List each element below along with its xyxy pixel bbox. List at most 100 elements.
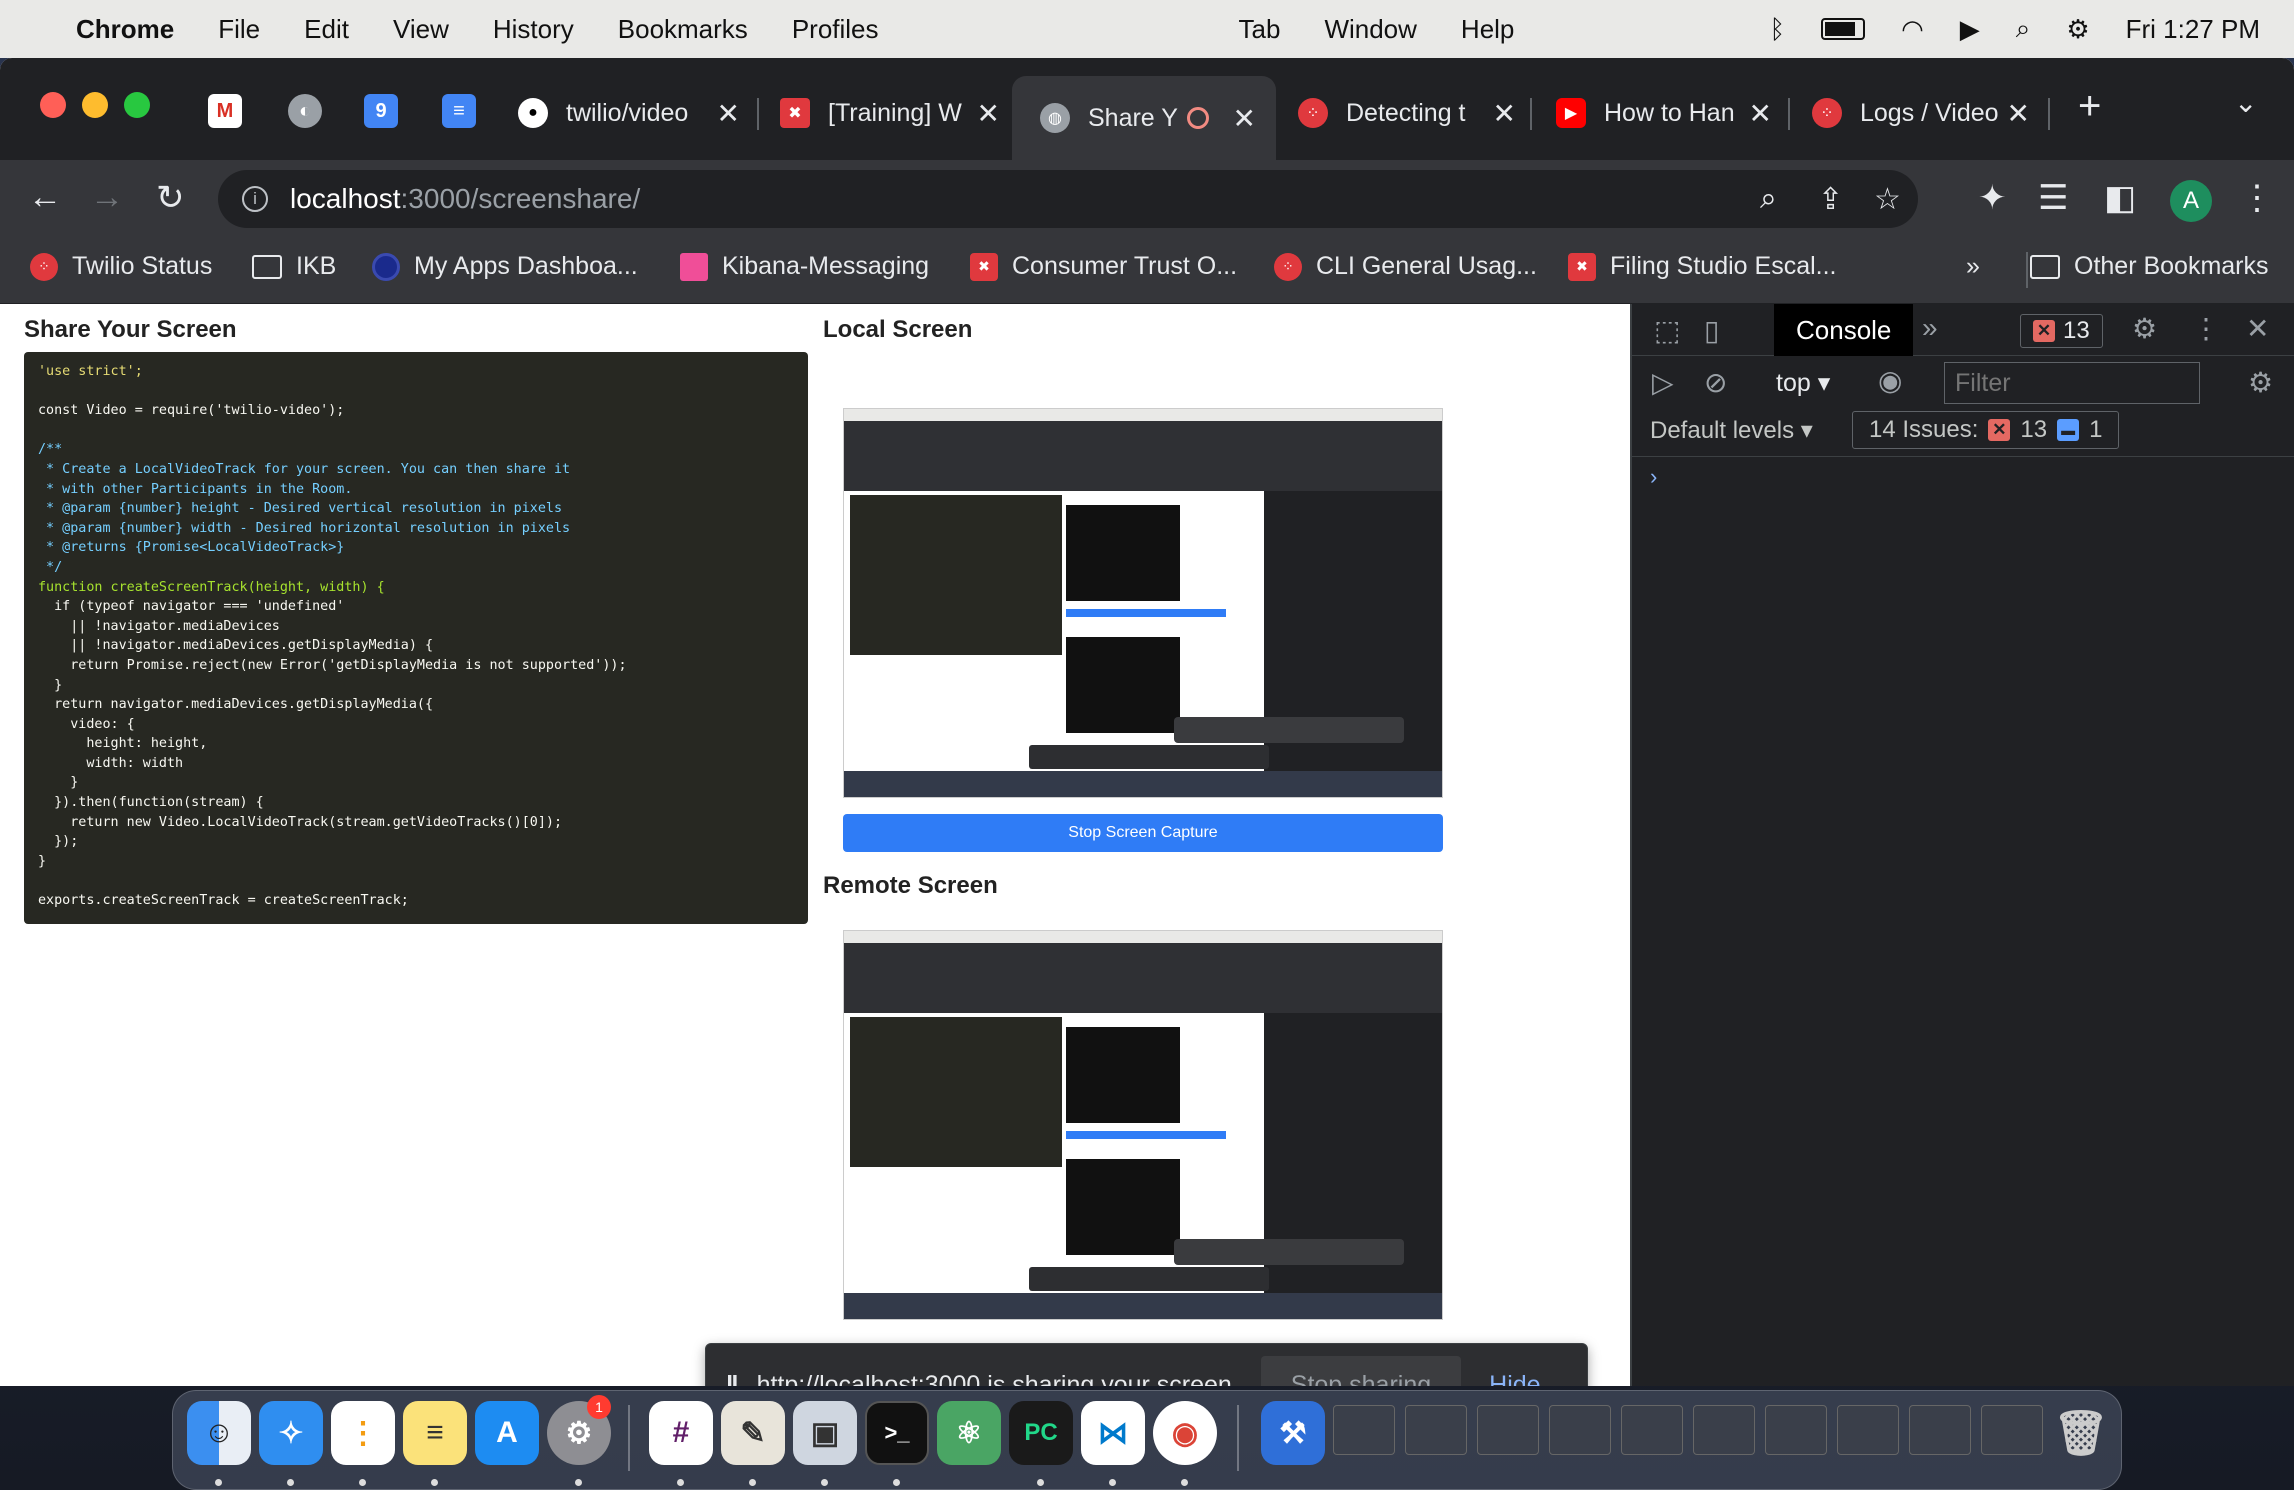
clear-console-icon[interactable]: ⊘ [1704,366,1727,399]
trash-icon[interactable]: 🗑 [2049,1401,2113,1465]
tab-close-icon[interactable]: ✕ [1749,97,1772,130]
wifi-icon[interactable]: ◠ [1901,14,1924,45]
minimized-window-thumbnail[interactable] [1909,1405,1971,1455]
reminders-icon[interactable]: ⋮ [331,1401,395,1465]
new-tab-plus-icon[interactable]: + [2078,84,2101,129]
tab-share-your-screen[interactable]: ◍ Share Y ✕ [1012,76,1276,160]
xcode-simulator-icon[interactable]: ⚒ [1261,1401,1325,1465]
notes-icon[interactable]: ≡ [403,1401,467,1465]
bookmark-twilio-status[interactable]: ⁘ Twilio Status [30,252,212,281]
menu-file[interactable]: File [218,14,260,45]
minimize-window-button[interactable] [82,92,108,118]
menubar-clock[interactable]: Fri 1:27 PM [2126,14,2260,45]
tab-console[interactable]: Console [1774,304,1914,356]
side-panel-icon[interactable]: ◧ [2104,178,2136,218]
tab-logs-video[interactable]: ⁘ Logs / Video ✕ [1812,78,2030,148]
log-levels-dropdown[interactable]: Default levels ▾ [1650,416,1813,445]
bookmark-my-apps[interactable]: My Apps Dashboa... [372,252,638,281]
menu-profiles[interactable]: Profiles [792,14,879,45]
minimized-window-thumbnail[interactable] [1693,1405,1755,1455]
minimized-window-thumbnail[interactable] [1765,1405,1827,1455]
console-settings-gear-icon[interactable]: ⚙ [2248,366,2273,399]
play-icon[interactable]: ▶ [1960,14,1980,45]
tab-close-icon[interactable]: ✕ [2007,97,2030,130]
pinned-tab-app-icon[interactable]: ◐ [288,94,322,128]
control-center-icon[interactable]: ⚙ [2066,14,2089,45]
inspect-element-icon[interactable]: ⬚ [1654,314,1680,347]
forward-arrow-icon[interactable]: → [90,178,124,217]
extensions-puzzle-icon[interactable]: ✦ [1978,178,2007,218]
minimized-window-thumbnail[interactable] [1837,1405,1899,1455]
atom-icon[interactable]: ⚛ [937,1401,1001,1465]
terminal-icon[interactable]: >_ [865,1401,929,1465]
stop-sharing-button[interactable]: Stop sharing [1260,1355,1462,1386]
live-expression-eye-icon[interactable]: ◉ [1878,364,1902,397]
tab-close-icon[interactable]: ✕ [717,97,740,130]
console-filter-input[interactable] [1944,362,2200,404]
menu-app-name[interactable]: Chrome [76,14,174,45]
bookmarks-overflow-icon[interactable]: » [1966,252,1980,281]
pinned-tab-docs-icon[interactable]: ≡ [442,94,476,128]
device-toolbar-icon[interactable]: ▯ [1704,314,1719,347]
address-bar[interactable]: i localhost:3000/screenshare/ ⌕ ⇪ ☆ [218,170,1918,228]
minimized-window-thumbnail[interactable] [1621,1405,1683,1455]
show-sidebar-icon[interactable]: ▷ [1652,366,1674,399]
close-window-button[interactable] [40,92,66,118]
search-icon[interactable]: ⌕ [2016,13,2031,45]
address-url[interactable]: localhost:3000/screenshare/ [290,183,640,215]
finder-icon[interactable]: ☺ [187,1401,251,1465]
tab-detecting[interactable]: ⁘ Detecting t ✕ [1298,78,1516,148]
devtools-menu-icon[interactable]: ⋮ [2192,312,2220,345]
site-info-icon[interactable]: i [242,186,268,212]
zoom-window-button[interactable] [124,92,150,118]
minimized-window-thumbnail[interactable] [1405,1405,1467,1455]
minimized-window-thumbnail[interactable] [1981,1405,2043,1455]
bookmark-star-icon[interactable]: ☆ [1874,182,1901,217]
minimized-window-thumbnail[interactable] [1333,1405,1395,1455]
close-devtools-icon[interactable]: ✕ [2246,312,2269,345]
bookmark-filing-studio[interactable]: ✖ Filing Studio Escal... [1568,252,1837,281]
bookmark-other[interactable]: Other Bookmarks [2030,252,2269,281]
tab-twilio-video[interactable]: ● twilio/video ✕ [518,78,740,148]
pinned-tab-calendar-icon[interactable]: 9 [364,94,398,128]
bluetooth-icon[interactable]: ᛒ [1769,14,1785,45]
back-arrow-icon[interactable]: ← [28,178,62,217]
battery-icon[interactable] [1821,18,1866,40]
bookmark-cli-general[interactable]: ⁘ CLI General Usag... [1274,252,1537,281]
textedit-icon[interactable]: ✎ [721,1401,785,1465]
tab-close-icon[interactable]: ✕ [1233,102,1256,135]
error-counter[interactable]: ✕ 13 [2020,314,2103,348]
menu-tab[interactable]: Tab [1239,14,1281,45]
safari-icon[interactable]: ✧ [259,1401,323,1465]
bookmark-kibana[interactable]: Kibana-Messaging [680,252,929,281]
console-prompt-icon[interactable]: › [1650,464,1657,490]
minimized-window-thumbnail[interactable] [1549,1405,1611,1455]
menu-view[interactable]: View [393,14,449,45]
profile-avatar[interactable]: A [2170,180,2212,222]
tab-how-to[interactable]: ▶ How to Han ✕ [1556,78,1772,148]
reading-list-icon[interactable]: ☰ [2038,178,2068,218]
minimized-window-thumbnail[interactable] [1477,1405,1539,1455]
issues-button[interactable]: 14 Issues: ✕ 13 ▬ 1 [1852,411,2120,449]
context-selector[interactable]: top ▾ [1776,368,1830,398]
bookmark-consumer-trust[interactable]: ✖ Consumer Trust O... [970,252,1237,281]
tab-search-chevron-down-icon[interactable]: ⌄ [2234,86,2257,119]
slack-icon[interactable]: # [649,1401,713,1465]
menu-edit[interactable]: Edit [304,14,349,45]
kebab-menu-icon[interactable]: ⋮ [2240,178,2274,218]
tab-close-icon[interactable]: ✕ [977,97,1000,130]
menu-history[interactable]: History [493,14,574,45]
pycharm-icon[interactable]: PC [1009,1401,1073,1465]
tab-training[interactable]: ✖ [Training] W ✕ [780,78,1000,148]
chrome-icon[interactable]: ◉ [1153,1401,1217,1465]
bookmark-ikb[interactable]: IKB [252,252,336,281]
menu-window[interactable]: Window [1324,14,1416,45]
menu-bookmarks[interactable]: Bookmarks [618,14,748,45]
app-store-icon[interactable]: A [475,1401,539,1465]
stop-screen-capture-button[interactable]: Stop Screen Capture [843,814,1443,852]
more-tabs-icon[interactable]: » [1922,312,1938,344]
hide-button[interactable]: Hide [1489,1371,1540,1386]
pinned-tab-gmail-icon[interactable]: M [208,94,242,128]
tab-close-icon[interactable]: ✕ [1493,97,1516,130]
zoom-magnifier-icon[interactable]: ⌕ [1760,182,1777,216]
